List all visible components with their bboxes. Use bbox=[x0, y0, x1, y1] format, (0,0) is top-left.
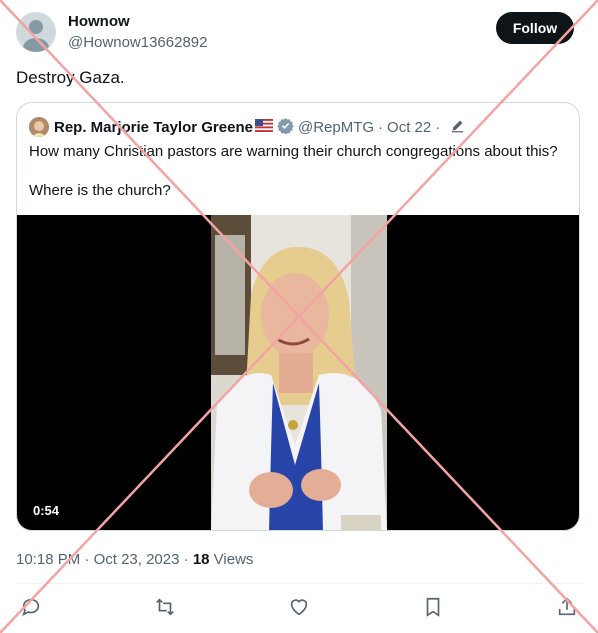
separator-dot: · bbox=[378, 118, 384, 136]
heart-icon bbox=[288, 596, 310, 623]
repost-icon bbox=[154, 596, 176, 623]
author-handle[interactable]: @Hownow13662892 bbox=[68, 34, 208, 51]
video-duration: 0:54 bbox=[27, 501, 66, 520]
quoted-post-text-line: Where is the church? bbox=[29, 182, 171, 199]
author-avatar[interactable] bbox=[16, 12, 56, 52]
separator-dot: · bbox=[84, 551, 90, 568]
video-frame bbox=[211, 215, 387, 530]
repost-button[interactable] bbox=[150, 594, 180, 624]
edit-pencil-icon bbox=[450, 118, 465, 137]
quoted-post-text-line: How many Christian pastors are warning t… bbox=[29, 143, 558, 160]
separator-dot: · bbox=[435, 118, 441, 136]
divider bbox=[16, 583, 582, 584]
quoted-author-name[interactable]: Rep. Marjorie Taylor Greene bbox=[54, 119, 253, 136]
reply-icon bbox=[20, 596, 42, 623]
post-meta: 10:18 PM · Oct 23, 2023 · 18 Views bbox=[16, 551, 253, 568]
like-button[interactable] bbox=[284, 594, 314, 624]
views-count: 18 bbox=[192, 551, 210, 568]
quoted-author-handle[interactable]: @RepMTG bbox=[298, 119, 374, 136]
verified-badge-icon bbox=[277, 117, 294, 138]
share-button[interactable] bbox=[552, 594, 582, 624]
reply-button[interactable] bbox=[16, 594, 46, 624]
quoted-post-header: Rep. Marjorie Taylor Greene @RepMTG · Oc… bbox=[29, 117, 465, 137]
post-text: Destroy Gaza. bbox=[16, 68, 125, 87]
share-icon bbox=[556, 596, 578, 623]
bookmark-button[interactable] bbox=[418, 594, 448, 624]
post-date[interactable]: Oct 23, 2023 bbox=[94, 551, 180, 568]
quoted-author-avatar[interactable] bbox=[29, 117, 49, 137]
separator-dot: · bbox=[183, 551, 189, 568]
quoted-post[interactable]: Rep. Marjorie Taylor Greene @RepMTG · Oc… bbox=[16, 102, 580, 531]
author-name[interactable]: Hownow bbox=[68, 13, 130, 30]
views-label: Views bbox=[213, 551, 254, 568]
follow-button[interactable]: Follow bbox=[496, 12, 574, 44]
us-flag-icon bbox=[254, 118, 273, 136]
video-player[interactable]: 0:54 bbox=[17, 215, 579, 530]
post: Hownow @Hownow13662892 Follow Destroy Ga… bbox=[0, 0, 598, 633]
quoted-post-date[interactable]: Oct 22 bbox=[387, 119, 431, 136]
bookmark-icon bbox=[422, 596, 444, 623]
post-time[interactable]: 10:18 PM bbox=[16, 551, 80, 568]
action-bar bbox=[0, 594, 598, 624]
